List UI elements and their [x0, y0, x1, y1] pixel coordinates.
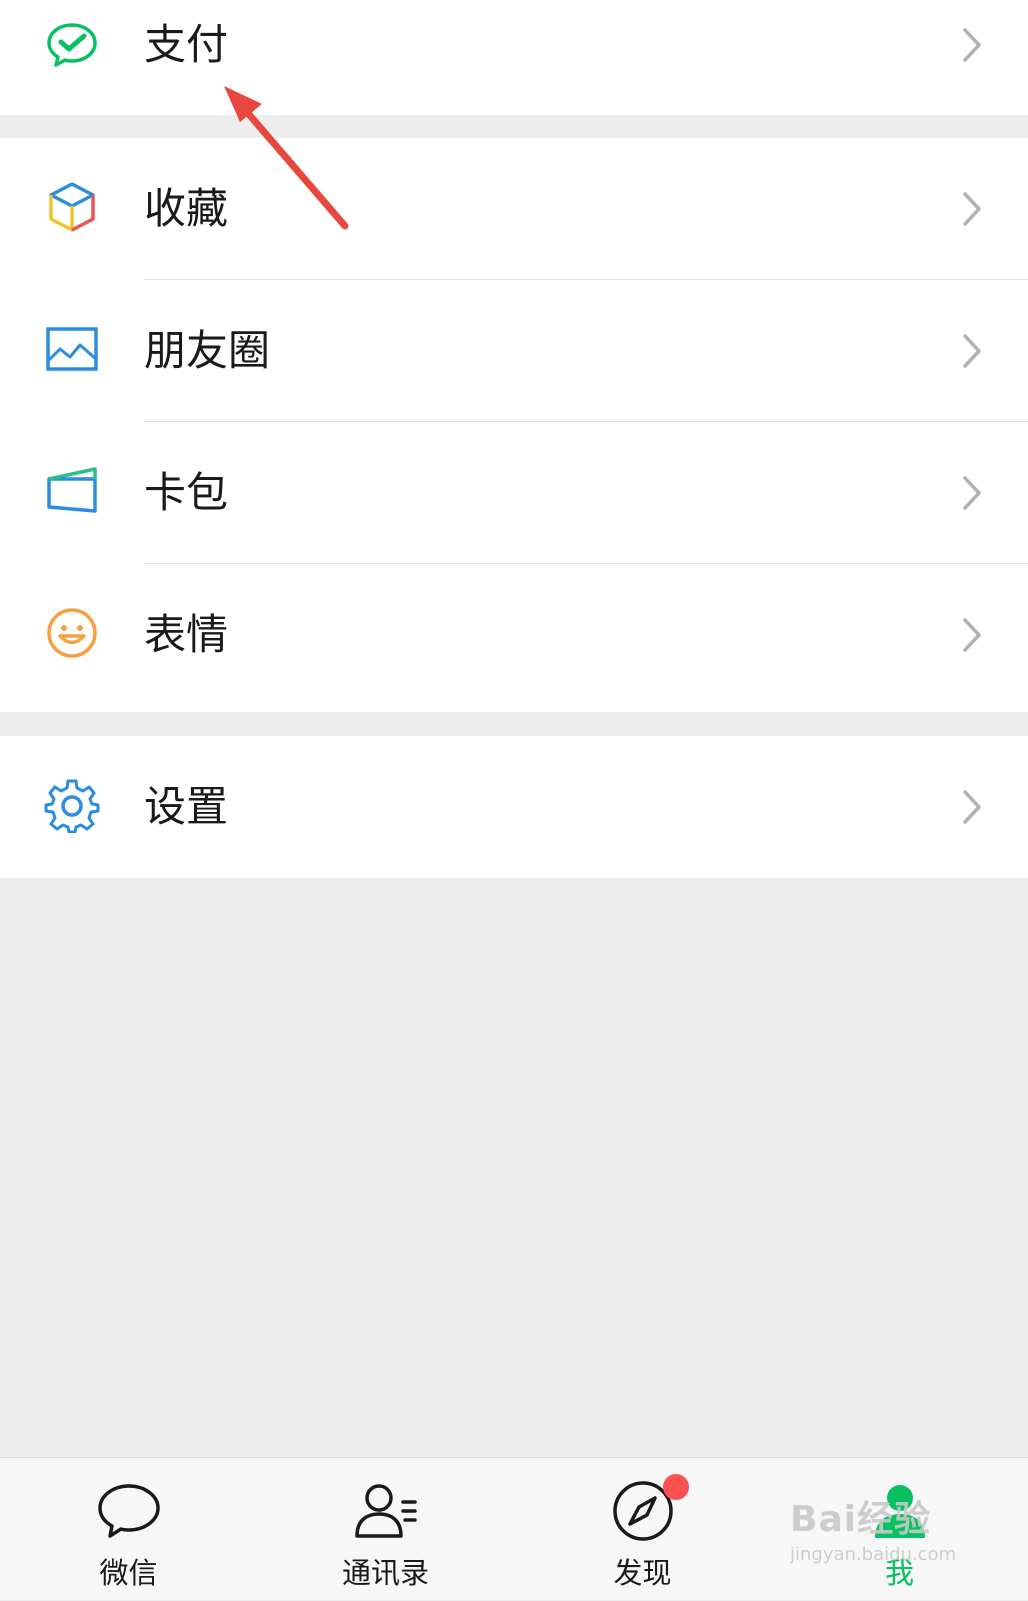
- notification-badge: [662, 1474, 689, 1500]
- menu-item-label: 卡包: [144, 468, 229, 517]
- menu-item-moments[interactable]: 朋友圈: [0, 280, 1028, 422]
- chevron-right-icon: [960, 27, 984, 63]
- menu-item-label: 支付: [144, 20, 229, 69]
- menu-item-pay[interactable]: 支付: [0, 0, 1028, 115]
- menu-item-stickers[interactable]: 表情: [0, 564, 1028, 706]
- emoji-smile-icon: [44, 605, 100, 661]
- tab-discover[interactable]: 发现: [514, 1458, 771, 1601]
- watermark-brand: Bai经验: [790, 1499, 932, 1540]
- tab-contacts[interactable]: 通讯录: [257, 1458, 514, 1601]
- tab-label: 微信: [99, 1556, 158, 1590]
- menu-item-label: 设置: [144, 782, 229, 831]
- tab-label: 发现: [613, 1556, 672, 1590]
- chevron-right-icon: [960, 333, 984, 369]
- main-menu-group: 收藏 朋友圈 卡包 表情: [0, 138, 1028, 712]
- menu-item-label: 朋友圈: [144, 326, 271, 375]
- menu-item-label: 收藏: [144, 184, 229, 233]
- tab-label: 通讯录: [341, 1556, 429, 1590]
- menu-item-favorites[interactable]: 收藏: [0, 138, 1028, 280]
- favorites-cube-icon: [44, 179, 100, 235]
- chevron-right-icon: [960, 617, 984, 653]
- settings-gear-icon: [44, 777, 100, 833]
- wechat-pay-icon: [44, 17, 100, 73]
- chevron-right-icon: [960, 789, 984, 825]
- menu-item-settings[interactable]: 设置: [0, 736, 1028, 878]
- tab-chats[interactable]: 微信: [0, 1458, 257, 1601]
- settings-group: 设置: [0, 736, 1028, 878]
- chevron-right-icon: [960, 475, 984, 511]
- watermark-url: jingyan.baidu.com: [790, 1544, 957, 1565]
- chat-bubble-icon: [96, 1478, 162, 1544]
- pay-group: 支付: [0, 0, 1028, 115]
- menu-item-card-wallet[interactable]: 卡包: [0, 422, 1028, 564]
- menu-item-label: 表情: [144, 610, 229, 659]
- contacts-icon: [353, 1478, 419, 1544]
- chevron-right-icon: [960, 191, 984, 227]
- moments-image-icon: [44, 321, 100, 377]
- card-wallet-icon: [44, 463, 100, 519]
- baidu-watermark: Bai经验 jingyan.baidu.com: [790, 1490, 956, 1565]
